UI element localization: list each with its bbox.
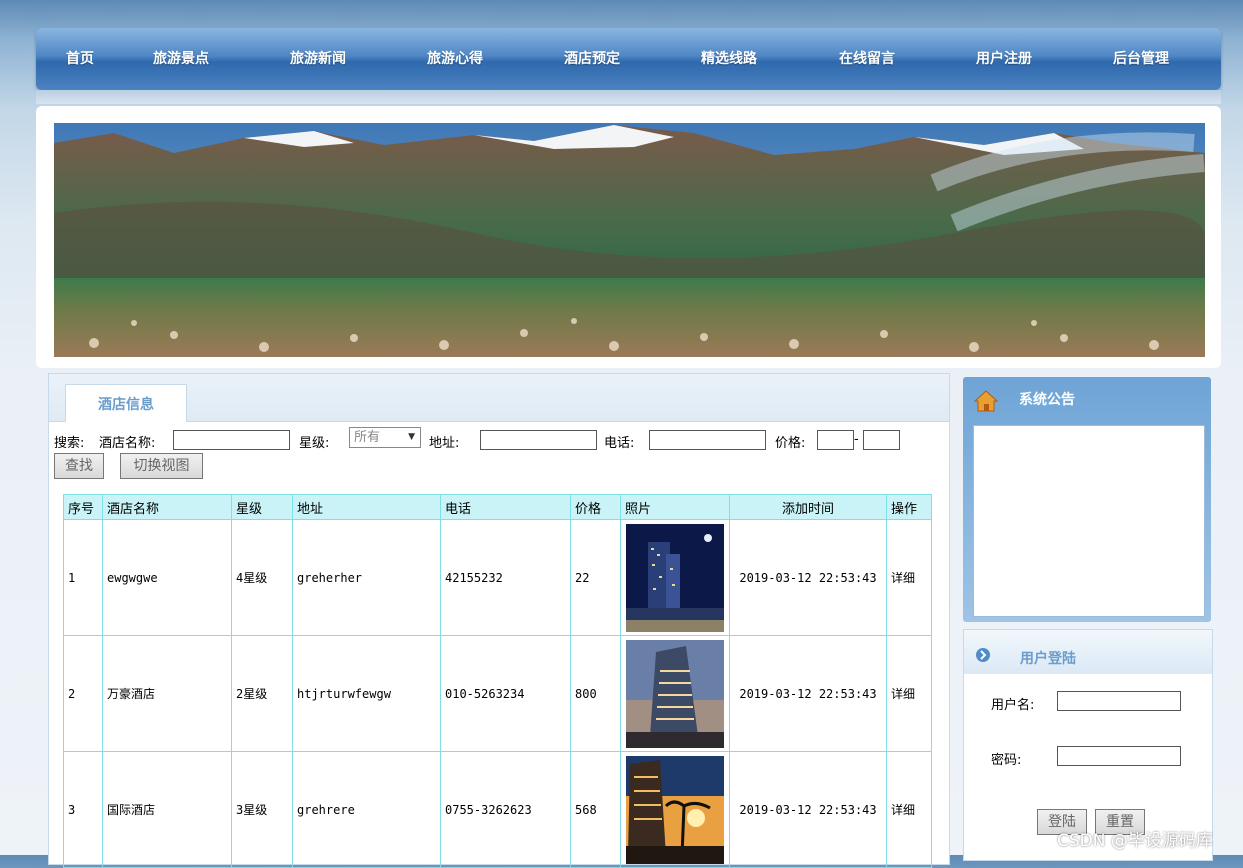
cell-star: 2星级 bbox=[231, 635, 293, 752]
table-header-row: 序号 酒店名称 星级 地址 电话 价格 照片 添加时间 操作 bbox=[63, 494, 932, 520]
cell-address: greherher bbox=[292, 519, 441, 636]
hotel-photo-dusk-tower[interactable] bbox=[626, 639, 724, 748]
price-min-input[interactable] bbox=[817, 430, 854, 450]
cell-no: 3 bbox=[63, 751, 103, 868]
star-select-value: 所有 bbox=[354, 430, 381, 445]
nav-selected-routes[interactable]: 精选线路 bbox=[701, 28, 757, 90]
cell-photo bbox=[620, 751, 730, 868]
cell-no: 1 bbox=[63, 519, 103, 636]
address-label: 地址: bbox=[429, 436, 460, 451]
switch-view-button[interactable]: 切换视图 bbox=[120, 453, 203, 479]
table-row: 1 ewgwgwe 4星级 greherher 42155232 22 2019… bbox=[63, 519, 932, 636]
cell-name: 国际酒店 bbox=[102, 751, 232, 868]
price-separator: - bbox=[854, 432, 859, 447]
mountain-landscape-image bbox=[54, 123, 1205, 357]
cell-photo bbox=[620, 519, 730, 636]
notice-title: 系统公告 bbox=[1019, 392, 1075, 408]
cell-address: grehrere bbox=[292, 751, 441, 868]
cell-time: 2019-03-12 22:53:43 bbox=[729, 635, 887, 752]
col-header-no: 序号 bbox=[63, 494, 103, 520]
hotel-name-input[interactable] bbox=[173, 430, 290, 450]
cell-name: 万豪酒店 bbox=[102, 635, 232, 752]
login-header bbox=[964, 630, 1212, 674]
banner-image bbox=[54, 123, 1205, 357]
cell-price: 22 bbox=[570, 519, 621, 636]
login-title: 用户登陆 bbox=[1020, 651, 1076, 667]
table-row: 2 万豪酒店 2星级 htjrturwfewgw 010-5263234 800… bbox=[63, 635, 932, 752]
nav-admin[interactable]: 后台管理 bbox=[1113, 28, 1169, 90]
hotel-name-label: 酒店名称: bbox=[99, 436, 156, 451]
cell-photo bbox=[620, 635, 730, 752]
csdn-watermark: CSDN @毕设源码库 bbox=[1057, 831, 1213, 851]
cell-action-detail[interactable]: 详细 bbox=[886, 751, 932, 868]
price-label: 价格: bbox=[775, 436, 806, 451]
col-header-star: 星级 bbox=[231, 494, 293, 520]
price-max-input[interactable] bbox=[863, 430, 900, 450]
nav-shadow-strip bbox=[36, 90, 1221, 104]
cell-no: 2 bbox=[63, 635, 103, 752]
nav-online-message[interactable]: 在线留言 bbox=[839, 28, 895, 90]
col-header-price: 价格 bbox=[570, 494, 621, 520]
hotel-photo-sunset-resort[interactable] bbox=[626, 755, 724, 864]
cell-time: 2019-03-12 22:53:43 bbox=[729, 519, 887, 636]
system-notice-panel: 系统公告 bbox=[963, 377, 1211, 622]
username-label: 用户名: bbox=[991, 698, 1035, 713]
search-button[interactable]: 查找 bbox=[54, 453, 104, 479]
col-header-photo: 照片 bbox=[620, 494, 730, 520]
home-icon bbox=[974, 390, 998, 412]
cell-phone: 010-5263234 bbox=[440, 635, 571, 752]
cell-star: 3星级 bbox=[231, 751, 293, 868]
table-row: 3 国际酒店 3星级 grehrere 0755-3262623 568 201… bbox=[63, 751, 932, 868]
hotel-info-panel: 酒店信息 搜索: 酒店名称: 星级: 所有 ▼ 地址: 电话: 价格: - 查找… bbox=[48, 373, 950, 868]
cell-time: 2019-03-12 22:53:43 bbox=[729, 751, 887, 868]
hotel-table: 序号 酒店名称 星级 地址 电话 价格 照片 添加时间 操作 1 ewgwgwe… bbox=[63, 494, 932, 868]
col-header-address: 地址 bbox=[292, 494, 441, 520]
cell-action-detail[interactable]: 详细 bbox=[886, 635, 932, 752]
col-header-phone: 电话 bbox=[440, 494, 571, 520]
tab-bar: 酒店信息 bbox=[49, 374, 949, 422]
nav-travel-experience[interactable]: 旅游心得 bbox=[427, 28, 483, 90]
username-input[interactable] bbox=[1057, 691, 1181, 711]
cell-phone: 42155232 bbox=[440, 519, 571, 636]
col-header-time: 添加时间 bbox=[729, 494, 887, 520]
chevron-down-icon: ▼ bbox=[408, 432, 415, 442]
hotel-photo-night-tower[interactable] bbox=[626, 523, 724, 632]
arrow-circle-icon bbox=[976, 648, 990, 662]
cell-phone: 0755-3262623 bbox=[440, 751, 571, 868]
cell-price: 568 bbox=[570, 751, 621, 868]
cell-star: 4星级 bbox=[231, 519, 293, 636]
col-header-name: 酒店名称 bbox=[102, 494, 232, 520]
cell-price: 800 bbox=[570, 635, 621, 752]
phone-label: 电话: bbox=[604, 436, 635, 451]
password-label: 密码: bbox=[991, 753, 1022, 768]
notice-content bbox=[973, 425, 1205, 617]
nav-home[interactable]: 首页 bbox=[66, 28, 94, 90]
nav-scenic-spots[interactable]: 旅游景点 bbox=[153, 28, 209, 90]
cell-name: ewgwgwe bbox=[102, 519, 232, 636]
col-header-action: 操作 bbox=[886, 494, 932, 520]
search-prefix-label: 搜索: bbox=[54, 436, 85, 451]
address-input[interactable] bbox=[480, 430, 597, 450]
cell-action-detail[interactable]: 详细 bbox=[886, 519, 932, 636]
nav-user-register[interactable]: 用户注册 bbox=[976, 28, 1032, 90]
password-input[interactable] bbox=[1057, 746, 1181, 766]
cell-address: htjrturwfewgw bbox=[292, 635, 441, 752]
star-select[interactable]: 所有 ▼ bbox=[349, 427, 421, 448]
nav-travel-news[interactable]: 旅游新闻 bbox=[290, 28, 346, 90]
tab-hotel-info[interactable]: 酒店信息 bbox=[65, 384, 187, 422]
top-navigation-bar: 首页 旅游景点 旅游新闻 旅游心得 酒店预定 精选线路 在线留言 用户注册 后台… bbox=[36, 28, 1221, 90]
nav-hotel-booking[interactable]: 酒店预定 bbox=[564, 28, 620, 90]
star-label: 星级: bbox=[299, 436, 330, 451]
phone-input[interactable] bbox=[649, 430, 766, 450]
